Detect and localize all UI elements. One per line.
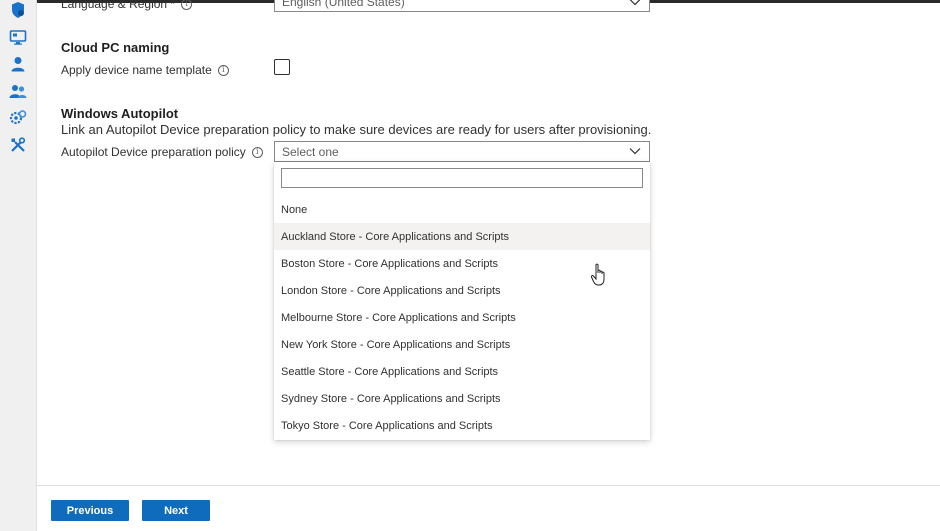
previous-button[interactable]: Previous <box>51 500 129 521</box>
language-region-select[interactable]: English (United States) <box>274 0 650 12</box>
language-region-value: English (United States) <box>282 0 405 9</box>
shield-icon[interactable] <box>9 1 27 19</box>
settings-gear-icon[interactable] <box>9 109 27 127</box>
policy-dropdown-list: None Auckland Store - Core Applications … <box>274 162 650 440</box>
users-icon[interactable] <box>9 82 27 100</box>
dropdown-option-auckland[interactable]: Auckland Store - Core Applications and S… <box>274 223 650 250</box>
cloud-pc-naming-title: Cloud PC naming <box>61 40 170 55</box>
dropdown-option-sydney[interactable]: Sydney Store - Core Applications and Scr… <box>274 385 650 412</box>
dropdown-option-melbourne[interactable]: Melbourne Store - Core Applications and … <box>274 304 650 331</box>
user-icon[interactable] <box>9 55 27 73</box>
apply-template-row: Apply device name template i <box>61 63 229 77</box>
next-button[interactable]: Next <box>142 500 210 521</box>
apply-template-checkbox[interactable] <box>274 59 290 75</box>
policy-select[interactable]: Select one <box>274 141 650 162</box>
dropdown-option-none[interactable]: None <box>274 196 650 223</box>
policy-row: Autopilot Device preparation policy i <box>61 145 263 159</box>
apply-template-label: Apply device name template <box>61 63 212 77</box>
wizard-footer: Previous Next <box>37 485 940 531</box>
info-icon[interactable]: i <box>251 146 263 158</box>
policy-placeholder: Select one <box>282 144 339 159</box>
chevron-down-icon <box>629 0 641 6</box>
info-icon[interactable]: i <box>181 0 193 10</box>
dropdown-option-new-york[interactable]: New York Store - Core Applications and S… <box>274 331 650 358</box>
policy-search-input[interactable] <box>281 168 643 188</box>
info-icon[interactable]: i <box>217 64 229 76</box>
dropdown-option-seattle[interactable]: Seattle Store - Core Applications and Sc… <box>274 358 650 385</box>
dropdown-option-tokyo[interactable]: Tokyo Store - Core Applications and Scri… <box>274 412 650 439</box>
language-region-row: Language & Region * i <box>61 0 193 11</box>
policy-label: Autopilot Device preparation policy <box>61 145 246 159</box>
windows-autopilot-description: Link an Autopilot Device preparation pol… <box>61 122 652 137</box>
chevron-down-icon <box>629 148 641 155</box>
left-nav-rail <box>0 0 37 531</box>
main-content: Language & Region * i English (United St… <box>37 0 940 531</box>
monitor-icon[interactable] <box>9 28 27 46</box>
tools-icon[interactable] <box>9 136 27 154</box>
hand-cursor-icon <box>590 263 605 286</box>
language-region-label: Language & Region * <box>61 0 176 11</box>
windows-autopilot-title: Windows Autopilot <box>61 106 179 121</box>
